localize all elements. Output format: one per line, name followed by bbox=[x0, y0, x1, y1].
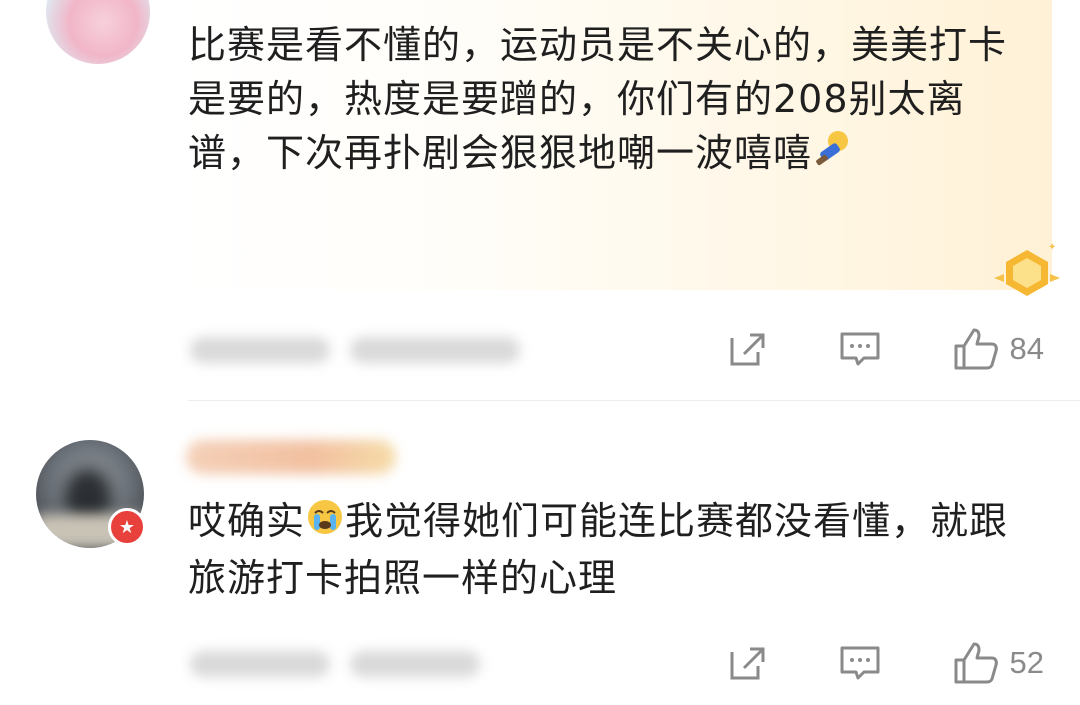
username-redacted[interactable] bbox=[186, 440, 396, 474]
share-button[interactable] bbox=[726, 642, 768, 684]
share-button[interactable] bbox=[726, 328, 768, 370]
reply-button[interactable] bbox=[838, 328, 882, 370]
comment-meta-redacted bbox=[190, 651, 330, 677]
divider bbox=[188, 400, 1080, 401]
svg-text:✦: ✦ bbox=[1048, 242, 1056, 253]
thumbs-up-icon bbox=[954, 328, 998, 370]
share-icon bbox=[730, 333, 765, 366]
comment-text: 比赛是看不懂的，运动员是不关心的，美美打卡是要的，热度是要蹭的，你们有的208别… bbox=[188, 18, 1018, 183]
level-badge-icon: ✦ bbox=[994, 242, 1060, 296]
comment-item: ★ 哎确实 我觉得她们可能连比赛都没看懂，就跟旅游打卡拍照一样的心理 52 bbox=[0, 400, 1080, 705]
comment-meta-redacted bbox=[190, 337, 330, 363]
comment-meta-redacted bbox=[350, 337, 520, 363]
share-icon bbox=[730, 647, 765, 680]
like-count: 52 bbox=[1009, 645, 1044, 680]
like-button[interactable]: 84 bbox=[952, 326, 1044, 372]
smug-face-emoji bbox=[812, 129, 852, 183]
avatar[interactable] bbox=[46, 0, 150, 64]
comment-text: 哎确实 我觉得她们可能连比赛都没看懂，就跟旅游打卡拍照一样的心理 bbox=[188, 494, 1028, 605]
crying-face-emoji bbox=[305, 497, 345, 551]
thumbs-up-icon bbox=[954, 642, 998, 684]
like-count: 84 bbox=[1009, 331, 1044, 366]
comment-actions: 84 bbox=[726, 326, 1044, 372]
verified-badge-icon: ★ bbox=[108, 508, 146, 546]
comment-item: 比赛是看不懂的，运动员是不关心的，美美打卡是要的，热度是要蹭的，你们有的208别… bbox=[0, 0, 1080, 400]
comment-icon bbox=[840, 646, 880, 680]
reply-button[interactable] bbox=[838, 642, 882, 684]
comment-meta-redacted bbox=[350, 651, 480, 677]
like-button[interactable]: 52 bbox=[952, 640, 1044, 686]
comment-icon bbox=[840, 332, 880, 366]
comment-actions: 52 bbox=[726, 640, 1044, 686]
